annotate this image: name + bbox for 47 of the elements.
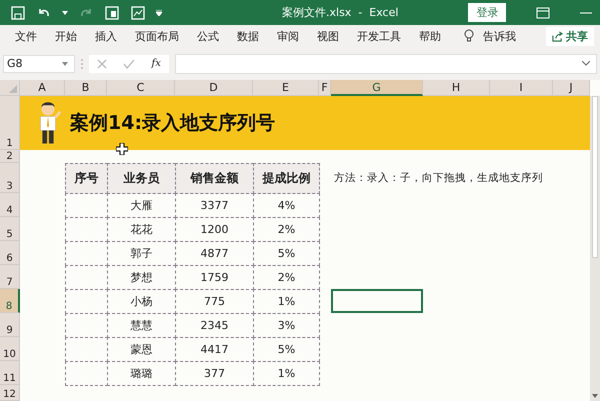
ribbon-tab[interactable]: 页面布局: [126, 28, 188, 44]
table-header-cell: 提成比例: [253, 163, 320, 194]
table-cell: 1%: [253, 361, 320, 386]
login-button[interactable]: 登录: [468, 3, 506, 22]
table-cell: 377: [175, 361, 254, 386]
row-header[interactable]: 4: [0, 193, 20, 217]
row-header[interactable]: 9: [0, 313, 20, 337]
ribbon-tab[interactable]: 文件: [6, 28, 46, 44]
row-header[interactable]: 11: [0, 361, 20, 385]
column-header[interactable]: G: [331, 80, 423, 96]
note-text: 方法：录入：子，向下拖拽，生成地支序列: [334, 171, 543, 185]
share-button[interactable]: 共享: [546, 26, 594, 46]
ribbon-tab[interactable]: 视图: [308, 28, 348, 44]
table-header-cell: 业务员: [107, 163, 176, 194]
ribbon-tab[interactable]: 数据: [228, 28, 268, 44]
ribbon-tab[interactable]: 插入: [86, 28, 126, 44]
ribbon-tab[interactable]: 帮助: [410, 28, 450, 44]
row-header[interactable]: 6: [0, 241, 20, 265]
column-header[interactable]: A: [20, 80, 65, 96]
ribbon-tab[interactable]: 审阅: [268, 28, 308, 44]
column-header[interactable]: D: [175, 80, 253, 96]
row-header[interactable]: 10: [0, 337, 20, 361]
banner-title: 案例14:录入地支序列号: [70, 111, 276, 136]
column-header[interactable]: H: [423, 80, 490, 96]
row-header[interactable]: 3: [0, 163, 20, 193]
column-header[interactable]: C: [107, 80, 175, 96]
row-header[interactable]: 8: [0, 289, 20, 313]
column-header[interactable]: E: [253, 80, 319, 96]
table-header-cell: 序号: [65, 163, 108, 194]
column-header[interactable]: I: [490, 80, 553, 96]
table-cell: 璐璐: [107, 361, 176, 386]
row-header[interactable]: 5: [0, 217, 20, 241]
insert-function-button[interactable]: fx: [152, 58, 161, 69]
ribbon-tab[interactable]: 开始: [46, 28, 86, 44]
name-box[interactable]: G8: [3, 54, 75, 72]
row-header[interactable]: 12: [0, 385, 20, 401]
row-header[interactable]: 7: [0, 265, 20, 289]
column-header[interactable]: J: [553, 80, 590, 96]
row-header[interactable]: 1: [0, 96, 20, 150]
tell-me-search[interactable]: 告诉我: [474, 28, 525, 44]
ribbon-tab[interactable]: 开发工具: [348, 28, 410, 44]
table-header-cell: 销售金额: [175, 163, 254, 194]
column-header[interactable]: B: [65, 80, 107, 96]
column-header[interactable]: F: [319, 80, 331, 96]
window-title: 案例文件.xlsx - Excel: [282, 5, 398, 20]
row-header[interactable]: 2: [0, 150, 20, 163]
ribbon-tab[interactable]: 公式: [188, 28, 228, 44]
